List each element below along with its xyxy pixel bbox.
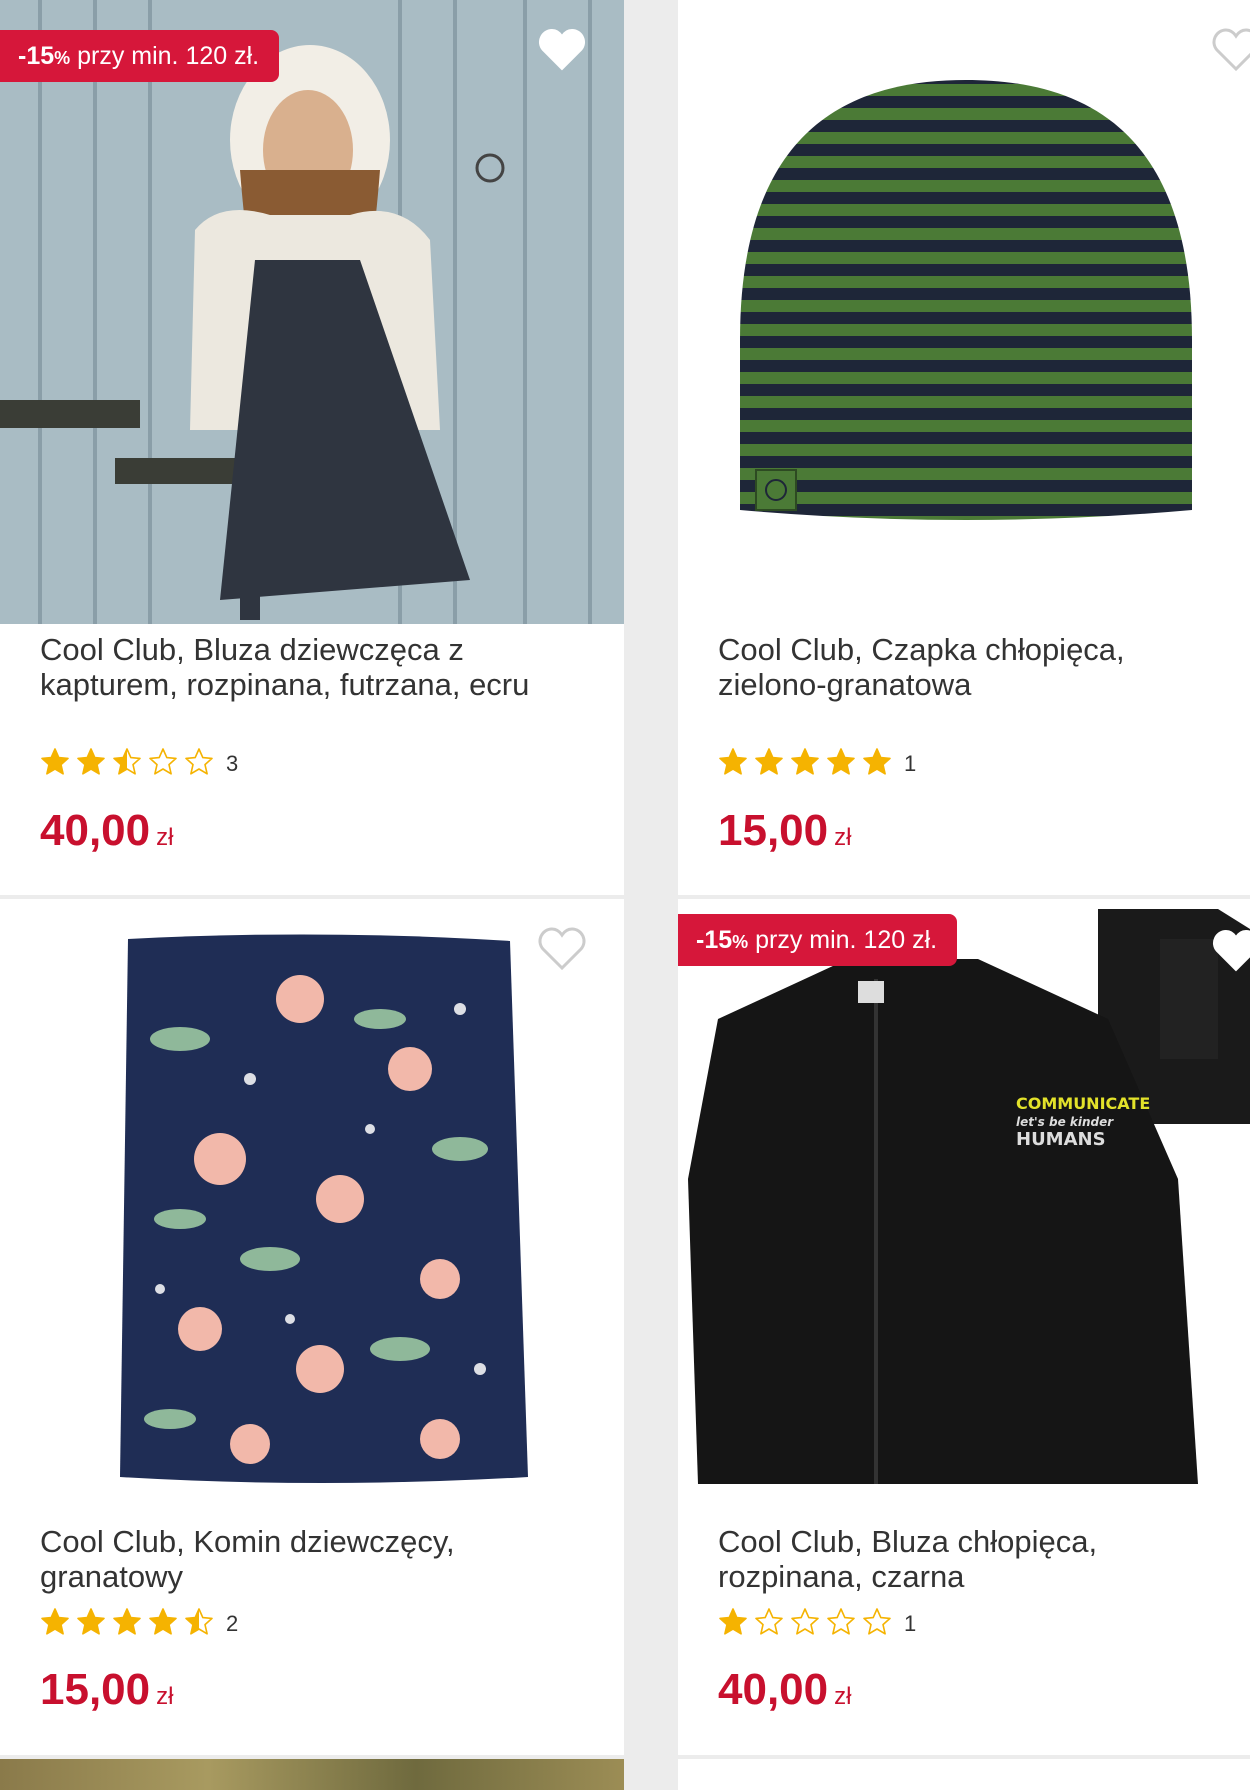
- product-price: 40,00 zł: [718, 1665, 851, 1715]
- star-icon: [791, 747, 819, 775]
- promo-badge: -15% przy min. 120 zł.: [0, 30, 280, 82]
- print-line-1: COMMUNICATE: [1016, 1094, 1151, 1113]
- star-icon: [719, 1607, 747, 1635]
- review-count: 1: [904, 1611, 917, 1636]
- badge-discount: -15: [696, 926, 733, 954]
- badge-percent: %: [732, 932, 749, 952]
- star-icon: [755, 747, 783, 775]
- badge-percent: %: [54, 48, 71, 68]
- product-image[interactable]: [0, 899, 624, 1499]
- star-icon: [827, 1607, 855, 1635]
- star-icon: [113, 1607, 141, 1635]
- price-value: 40,00: [40, 806, 151, 855]
- product-card[interactable]: -15% przy min. 120 zł. Cool Club, Bluza …: [0, 0, 624, 895]
- star-icon: [185, 1607, 213, 1635]
- product-card[interactable]: COMMUNICATE let's be kinder HUMANS -15% …: [678, 899, 1250, 1755]
- product-title[interactable]: Cool Club, Bluza chłopięca, rozpinana, c…: [718, 1524, 1220, 1594]
- review-count: 3: [226, 751, 239, 776]
- rating-stars: [718, 747, 898, 782]
- star-icon: [719, 747, 747, 775]
- product-rating: 2: [40, 1607, 239, 1642]
- star-icon: [755, 1607, 783, 1635]
- product-rating: 1: [718, 747, 917, 782]
- badge-discount: -15: [18, 42, 55, 70]
- product-card[interactable]: Cool Club, Czapka chłopięca, zielono-gra…: [678, 0, 1250, 895]
- review-count: 2: [226, 1611, 239, 1636]
- price-currency: zł: [834, 1683, 852, 1710]
- price-currency: zł: [156, 1683, 174, 1710]
- star-icon: [863, 747, 891, 775]
- product-price: 15,00 zł: [40, 1665, 173, 1715]
- price-value: 40,00: [718, 1665, 829, 1714]
- product-image[interactable]: [0, 0, 624, 624]
- heart-icon[interactable]: [1212, 28, 1250, 72]
- product-price: 40,00 zł: [40, 806, 173, 856]
- badge-text: przy min. 120 zł.: [748, 926, 938, 954]
- star-icon: [827, 747, 855, 775]
- print-line-3: HUMANS: [1016, 1129, 1106, 1150]
- star-icon: [77, 1607, 105, 1635]
- price-value: 15,00: [40, 1665, 151, 1714]
- product-title[interactable]: Cool Club, Komin dziewczęcy, granatowy: [40, 1524, 594, 1594]
- product-image[interactable]: COMMUNICATE let's be kinder HUMANS: [678, 899, 1250, 1499]
- star-icon: [863, 1607, 891, 1635]
- star-icon: [41, 1607, 69, 1635]
- product-card[interactable]: [0, 1759, 624, 1790]
- product-image[interactable]: [0, 1759, 624, 1790]
- star-icon: [791, 1607, 819, 1635]
- star-icon: [149, 747, 177, 775]
- star-icon: [41, 747, 69, 775]
- heart-icon[interactable]: [1212, 929, 1250, 973]
- star-icon: [113, 747, 141, 775]
- star-icon: [149, 1607, 177, 1635]
- print-text: COMMUNICATE let's be kinder HUMANS: [1016, 1095, 1150, 1149]
- review-count: 1: [904, 751, 917, 776]
- product-card[interactable]: [678, 1759, 1250, 1790]
- star-icon: [185, 747, 213, 775]
- product-rating: 3: [40, 747, 239, 782]
- product-title[interactable]: Cool Club, Czapka chłopięca, zielono-gra…: [718, 632, 1220, 702]
- product-card[interactable]: Cool Club, Komin dziewczęcy, granatowy 2…: [0, 899, 624, 1755]
- heart-icon[interactable]: [538, 28, 586, 72]
- product-rating: 1: [718, 1607, 917, 1642]
- product-price: 15,00 zł: [718, 806, 851, 856]
- price-currency: zł: [156, 824, 174, 851]
- rating-stars: [40, 747, 220, 782]
- rating-stars: [718, 1607, 898, 1642]
- star-icon: [77, 747, 105, 775]
- price-value: 15,00: [718, 806, 829, 855]
- product-image[interactable]: [678, 0, 1250, 624]
- product-title[interactable]: Cool Club, Bluza dziewczęca z kapturem, …: [40, 632, 594, 702]
- price-currency: zł: [834, 824, 852, 851]
- badge-text: przy min. 120 zł.: [70, 42, 260, 70]
- promo-badge: -15% przy min. 120 zł.: [678, 914, 958, 966]
- heart-icon[interactable]: [538, 927, 586, 971]
- rating-stars: [40, 1607, 220, 1642]
